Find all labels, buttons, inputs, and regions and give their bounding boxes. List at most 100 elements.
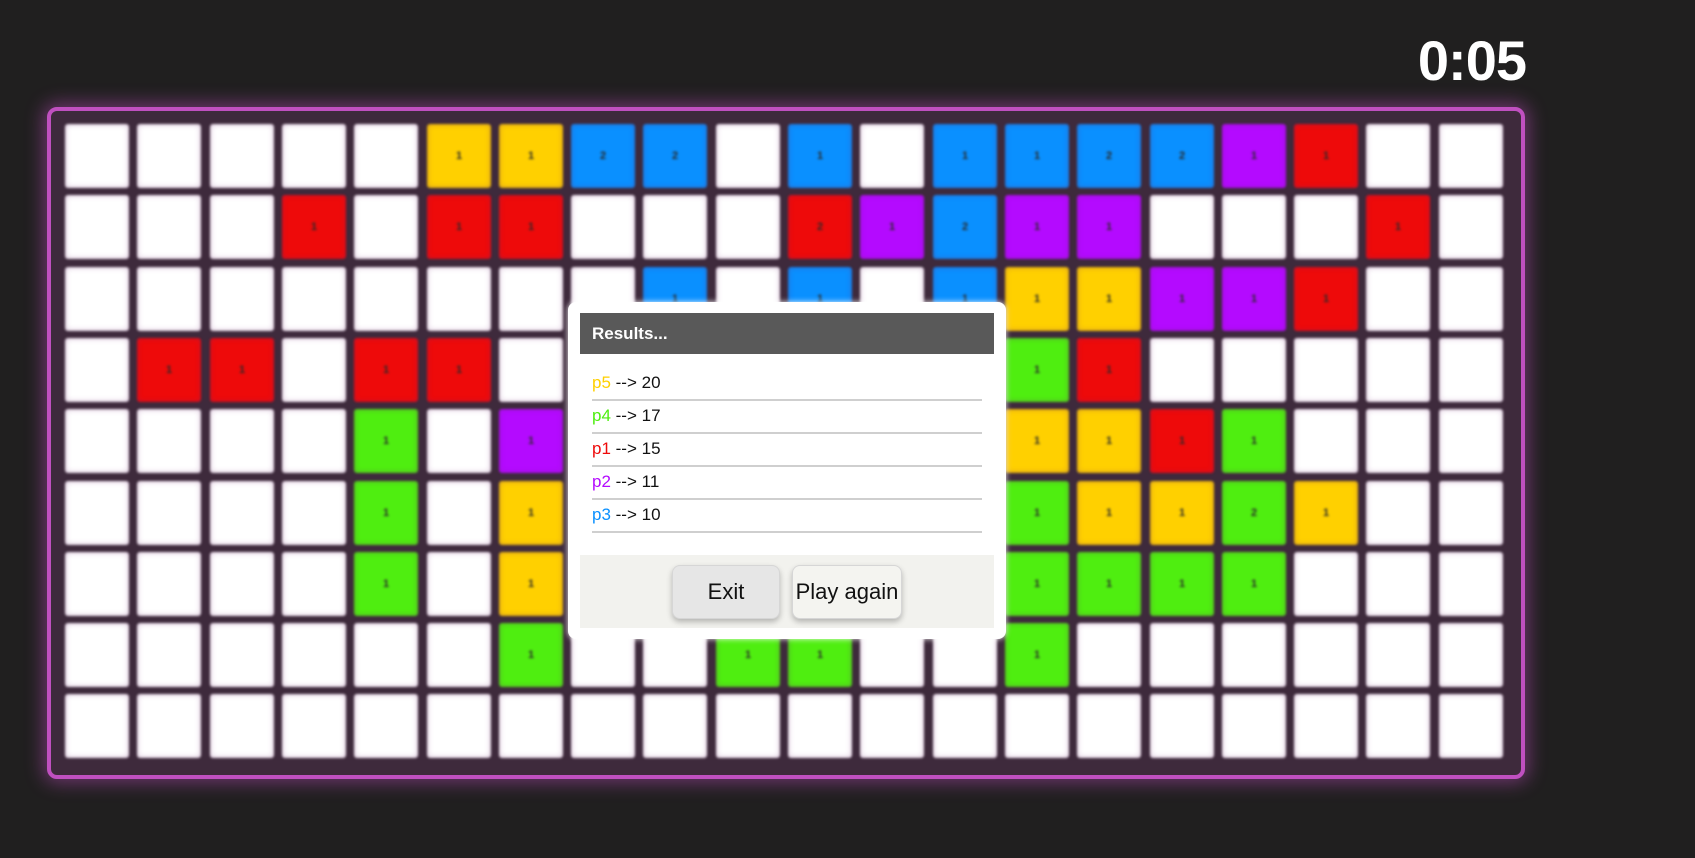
board-cell-empty[interactable] [137, 552, 201, 616]
board-cell-purple[interactable]: 1 [1077, 195, 1141, 259]
board-cell-yellow[interactable]: 1 [1005, 409, 1069, 473]
board-cell-yellow[interactable]: 1 [499, 481, 563, 545]
board-cell-empty[interactable] [716, 195, 780, 259]
board-cell-empty[interactable] [210, 623, 274, 687]
board-cell-empty[interactable] [1439, 267, 1503, 331]
board-cell-empty[interactable] [716, 694, 780, 758]
board-cell-empty[interactable] [65, 338, 129, 402]
board-cell-empty[interactable] [1439, 481, 1503, 545]
board-cell-empty[interactable] [1439, 338, 1503, 402]
board-cell-empty[interactable] [137, 409, 201, 473]
board-cell-empty[interactable] [716, 124, 780, 188]
play-again-button[interactable]: Play again [792, 564, 902, 619]
board-cell-empty[interactable] [210, 124, 274, 188]
board-cell-empty[interactable] [65, 267, 129, 331]
board-cell-empty[interactable] [499, 338, 563, 402]
board-cell-green[interactable]: 1 [1222, 409, 1286, 473]
board-cell-empty[interactable] [137, 481, 201, 545]
board-cell-empty[interactable] [210, 409, 274, 473]
board-cell-purple[interactable]: 1 [1005, 195, 1069, 259]
board-cell-empty[interactable] [933, 694, 997, 758]
board-cell-purple[interactable]: 1 [1222, 124, 1286, 188]
board-cell-empty[interactable] [1077, 694, 1141, 758]
board-cell-yellow[interactable]: 1 [499, 552, 563, 616]
board-cell-blue[interactable]: 2 [571, 124, 635, 188]
board-cell-green[interactable]: 1 [1222, 552, 1286, 616]
board-cell-empty[interactable] [65, 409, 129, 473]
board-cell-empty[interactable] [499, 694, 563, 758]
board-cell-empty[interactable] [1150, 623, 1214, 687]
board-cell-empty[interactable] [1150, 195, 1214, 259]
board-cell-green[interactable]: 1 [354, 409, 418, 473]
board-cell-green[interactable]: 1 [499, 623, 563, 687]
board-cell-blue[interactable]: 1 [788, 124, 852, 188]
board-cell-empty[interactable] [1439, 124, 1503, 188]
board-cell-empty[interactable] [65, 195, 129, 259]
board-cell-purple[interactable]: 1 [1222, 267, 1286, 331]
board-cell-empty[interactable] [137, 124, 201, 188]
board-cell-red[interactable]: 1 [137, 338, 201, 402]
board-cell-red[interactable]: 1 [1150, 409, 1214, 473]
board-cell-blue[interactable]: 2 [1077, 124, 1141, 188]
board-cell-empty[interactable] [1366, 623, 1430, 687]
board-cell-empty[interactable] [1222, 623, 1286, 687]
board-cell-empty[interactable] [1294, 552, 1358, 616]
board-cell-empty[interactable] [571, 195, 635, 259]
board-cell-empty[interactable] [137, 195, 201, 259]
board-cell-yellow[interactable]: 1 [499, 124, 563, 188]
board-cell-empty[interactable] [354, 694, 418, 758]
board-cell-empty[interactable] [1366, 124, 1430, 188]
board-cell-green[interactable]: 1 [354, 481, 418, 545]
board-cell-green[interactable]: 1 [1077, 552, 1141, 616]
board-cell-empty[interactable] [354, 124, 418, 188]
board-cell-yellow[interactable]: 1 [1077, 409, 1141, 473]
board-cell-empty[interactable] [137, 623, 201, 687]
board-cell-empty[interactable] [499, 267, 563, 331]
board-cell-empty[interactable] [137, 694, 201, 758]
board-cell-empty[interactable] [210, 195, 274, 259]
board-cell-empty[interactable] [1439, 623, 1503, 687]
board-cell-purple[interactable]: 1 [860, 195, 924, 259]
board-cell-empty[interactable] [1005, 694, 1069, 758]
board-cell-empty[interactable] [427, 623, 491, 687]
board-cell-empty[interactable] [65, 481, 129, 545]
board-cell-empty[interactable] [1294, 694, 1358, 758]
board-cell-red[interactable]: 1 [427, 338, 491, 402]
board-cell-empty[interactable] [1366, 481, 1430, 545]
board-cell-empty[interactable] [210, 481, 274, 545]
board-cell-green[interactable]: 1 [1005, 623, 1069, 687]
board-cell-empty[interactable] [354, 623, 418, 687]
board-cell-red[interactable]: 1 [1077, 338, 1141, 402]
board-cell-empty[interactable] [427, 694, 491, 758]
board-cell-empty[interactable] [1439, 409, 1503, 473]
board-cell-empty[interactable] [1366, 694, 1430, 758]
board-cell-empty[interactable] [282, 338, 346, 402]
board-cell-empty[interactable] [1222, 338, 1286, 402]
board-cell-yellow[interactable]: 1 [1294, 481, 1358, 545]
board-cell-green[interactable]: 1 [1150, 552, 1214, 616]
board-cell-red[interactable]: 2 [788, 195, 852, 259]
board-cell-empty[interactable] [137, 267, 201, 331]
board-cell-blue[interactable]: 1 [1005, 124, 1069, 188]
board-cell-empty[interactable] [210, 552, 274, 616]
board-cell-empty[interactable] [282, 409, 346, 473]
board-cell-empty[interactable] [860, 124, 924, 188]
board-cell-purple[interactable]: 1 [499, 409, 563, 473]
board-cell-red[interactable]: 1 [210, 338, 274, 402]
board-cell-empty[interactable] [427, 267, 491, 331]
board-cell-empty[interactable] [65, 552, 129, 616]
board-cell-red[interactable]: 1 [1366, 195, 1430, 259]
board-cell-yellow[interactable]: 1 [1077, 267, 1141, 331]
board-cell-empty[interactable] [1366, 267, 1430, 331]
board-cell-empty[interactable] [354, 267, 418, 331]
board-cell-empty[interactable] [643, 195, 707, 259]
board-cell-empty[interactable] [1077, 623, 1141, 687]
board-cell-empty[interactable] [1294, 409, 1358, 473]
board-cell-empty[interactable] [65, 623, 129, 687]
board-cell-empty[interactable] [1366, 338, 1430, 402]
board-cell-blue[interactable]: 2 [1150, 124, 1214, 188]
board-cell-empty[interactable] [1439, 195, 1503, 259]
board-cell-empty[interactable] [354, 195, 418, 259]
board-cell-green[interactable]: 1 [1005, 552, 1069, 616]
board-cell-empty[interactable] [282, 623, 346, 687]
